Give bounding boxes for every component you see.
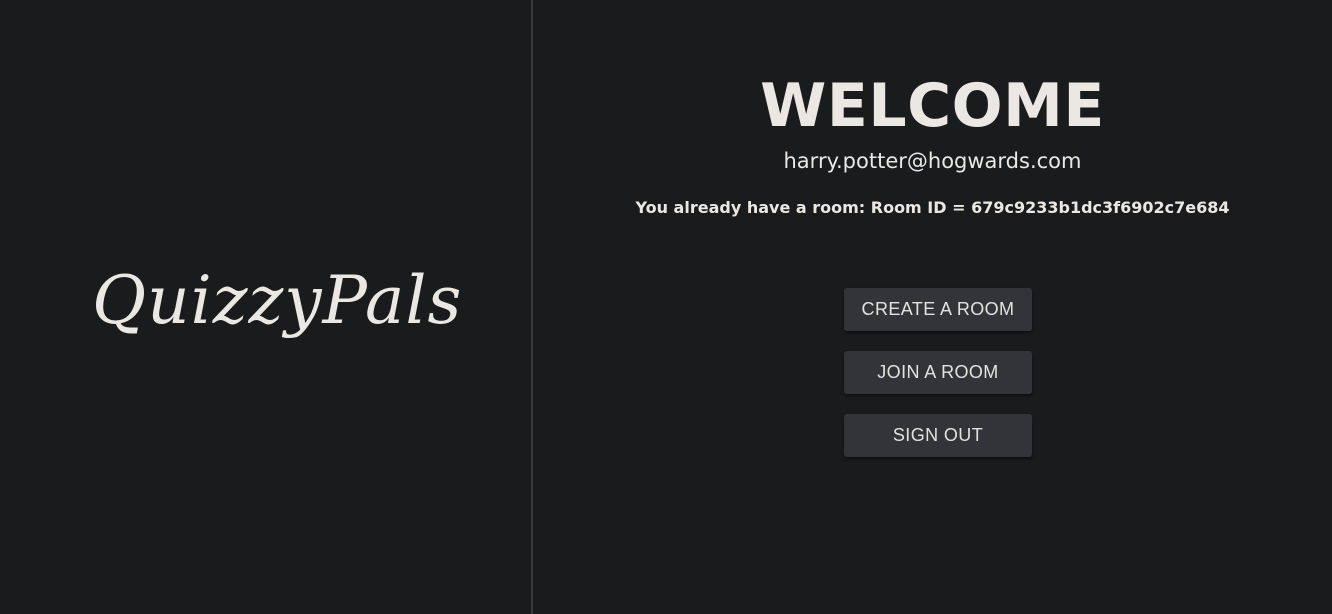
- room-notice: You already have a room: Room ID = 679c9…: [635, 198, 1230, 217]
- join-room-button[interactable]: JOIN A ROOM: [844, 351, 1032, 394]
- page-title: WELCOME: [760, 71, 1105, 141]
- sign-out-button[interactable]: SIGN OUT: [844, 414, 1032, 457]
- brand-panel: QuizzyPals: [0, 0, 533, 614]
- welcome-panel: WELCOME harry.potter@hogwards.com You al…: [533, 0, 1332, 614]
- create-room-button[interactable]: CREATE A ROOM: [844, 288, 1032, 331]
- user-email: harry.potter@hogwards.com: [783, 149, 1082, 173]
- app-logo: QuizzyPals: [92, 262, 463, 339]
- action-buttons: CREATE A ROOM JOIN A ROOM SIGN OUT: [844, 288, 1032, 477]
- app-root: QuizzyPals WELCOME harry.potter@hogwards…: [0, 0, 1332, 614]
